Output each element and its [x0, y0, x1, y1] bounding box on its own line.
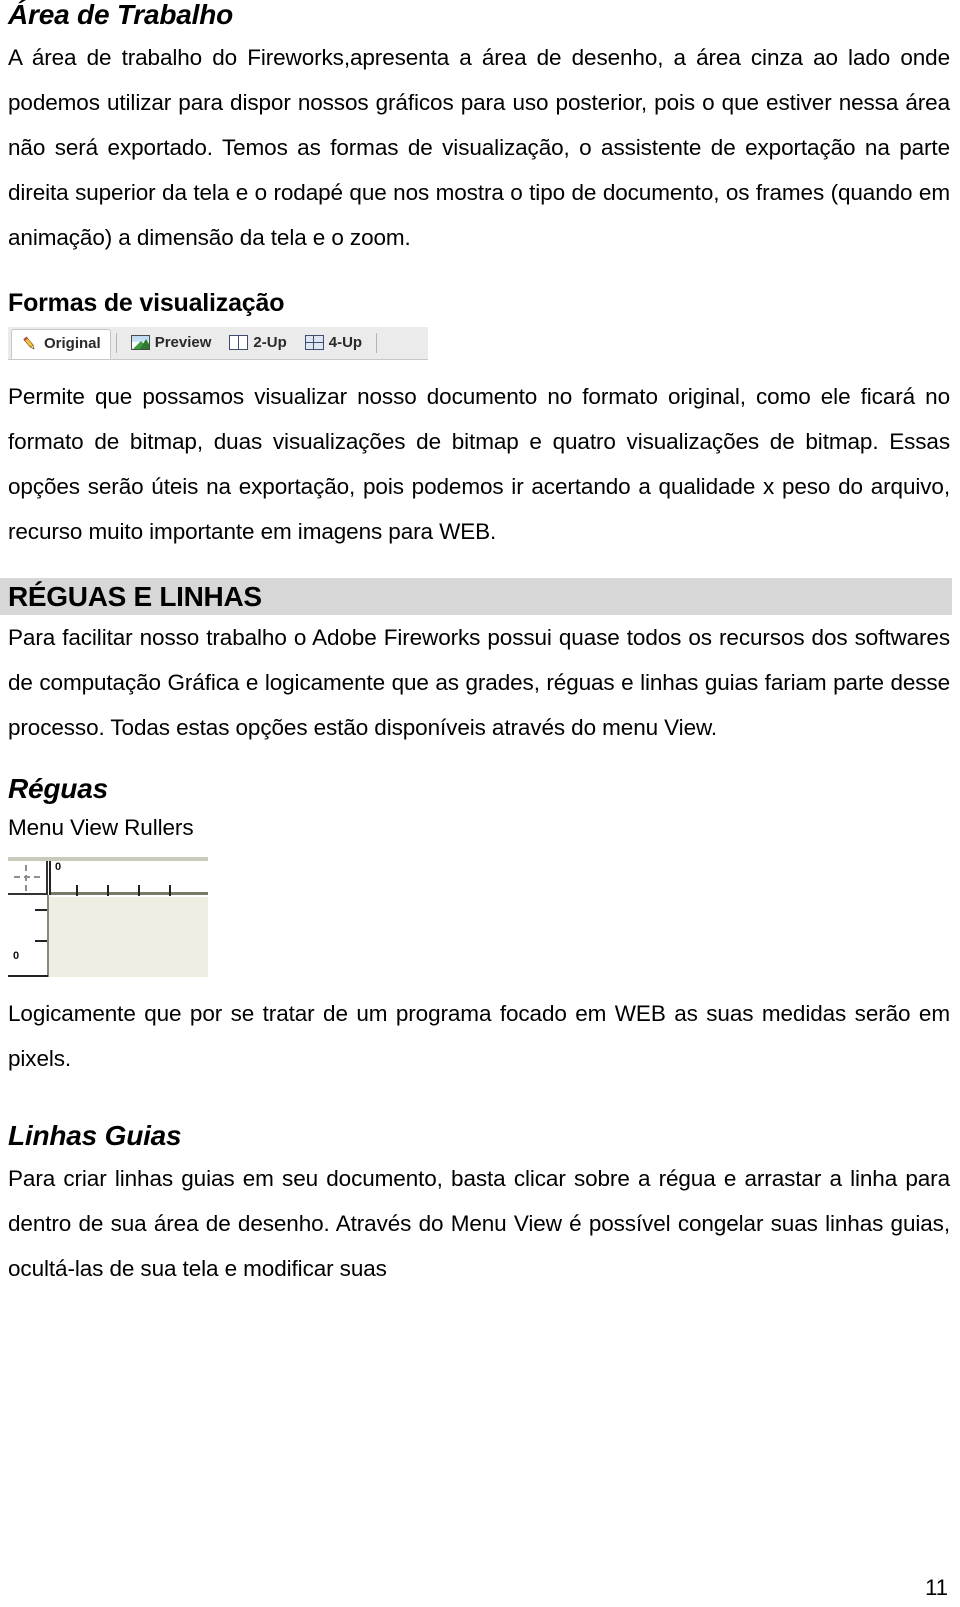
document-page: Área de Trabalho A área de trabalho do F…	[0, 0, 960, 1607]
vertical-ruler-zero-label: 0	[13, 950, 20, 963]
tab-4up[interactable]: 4-Up	[296, 327, 371, 359]
paragraph-formas-de-visualizacao: Permite que possamos visualizar nosso do…	[8, 383, 950, 544]
heading-reguas-e-linhas: RÉGUAS E LINHAS	[0, 577, 952, 615]
ruler-origin-corner	[8, 861, 48, 896]
ruler-tick	[76, 885, 78, 897]
document-canvas-area[interactable]	[49, 897, 208, 978]
horizontal-ruler-zero-label: 0	[55, 861, 62, 874]
paragraph-linhas-guias: Para criar linhas guias em seu documento…	[8, 1166, 950, 1282]
horizontal-ruler[interactable]	[51, 861, 208, 897]
image-preview-icon	[130, 335, 150, 351]
toolbar-separator-2	[376, 332, 378, 353]
vertical-ruler[interactable]	[8, 897, 48, 978]
paragraph-area-de-trabalho: A área de trabalho do Fireworks,apresent…	[8, 45, 950, 251]
heading-area-de-trabalho: Área de Trabalho	[8, 0, 234, 30]
heading-linhas-guias: Linhas Guias	[8, 1120, 182, 1152]
figure-ruler-screenshot: 0 0	[8, 857, 208, 978]
heading-reguas: Réguas	[8, 772, 108, 804]
four-pane-grid-icon	[304, 335, 324, 351]
heading-formas-de-visualizacao: Formas de visualização	[8, 289, 285, 318]
ruler-crosshair-horizontal-icon	[14, 876, 40, 879]
ruler-crosshair-vertical-icon	[25, 865, 27, 892]
ruler-bottom-line	[8, 975, 48, 978]
ruler-tick	[169, 885, 171, 897]
tab-preview[interactable]: Preview	[122, 327, 221, 359]
figure-view-toolbar: Original Preview 2-Up 4-Up	[8, 326, 428, 360]
reguas-menu-path: Menu View Rullers	[8, 815, 194, 841]
tab-original-label: Original	[44, 335, 101, 353]
ruler-tick	[138, 885, 140, 897]
tab-original[interactable]: Original	[11, 328, 111, 359]
page-number: 11	[925, 1575, 948, 1600]
pencil-icon	[21, 335, 39, 353]
two-pane-icon	[229, 335, 249, 351]
paragraph-reguas-e-linhas: Para facilitar nosso trabalho o Adobe Fi…	[8, 624, 950, 740]
toolbar-separator-1	[115, 332, 117, 353]
tab-2up[interactable]: 2-Up	[220, 327, 295, 359]
tab-preview-label: Preview	[154, 334, 212, 352]
tab-2up-label: 2-Up	[253, 334, 287, 352]
tab-4up-label: 4-Up	[328, 334, 363, 352]
ruler-tick	[107, 885, 109, 897]
paragraph-reguas: Logicamente que por se tratar de um prog…	[8, 1001, 950, 1072]
